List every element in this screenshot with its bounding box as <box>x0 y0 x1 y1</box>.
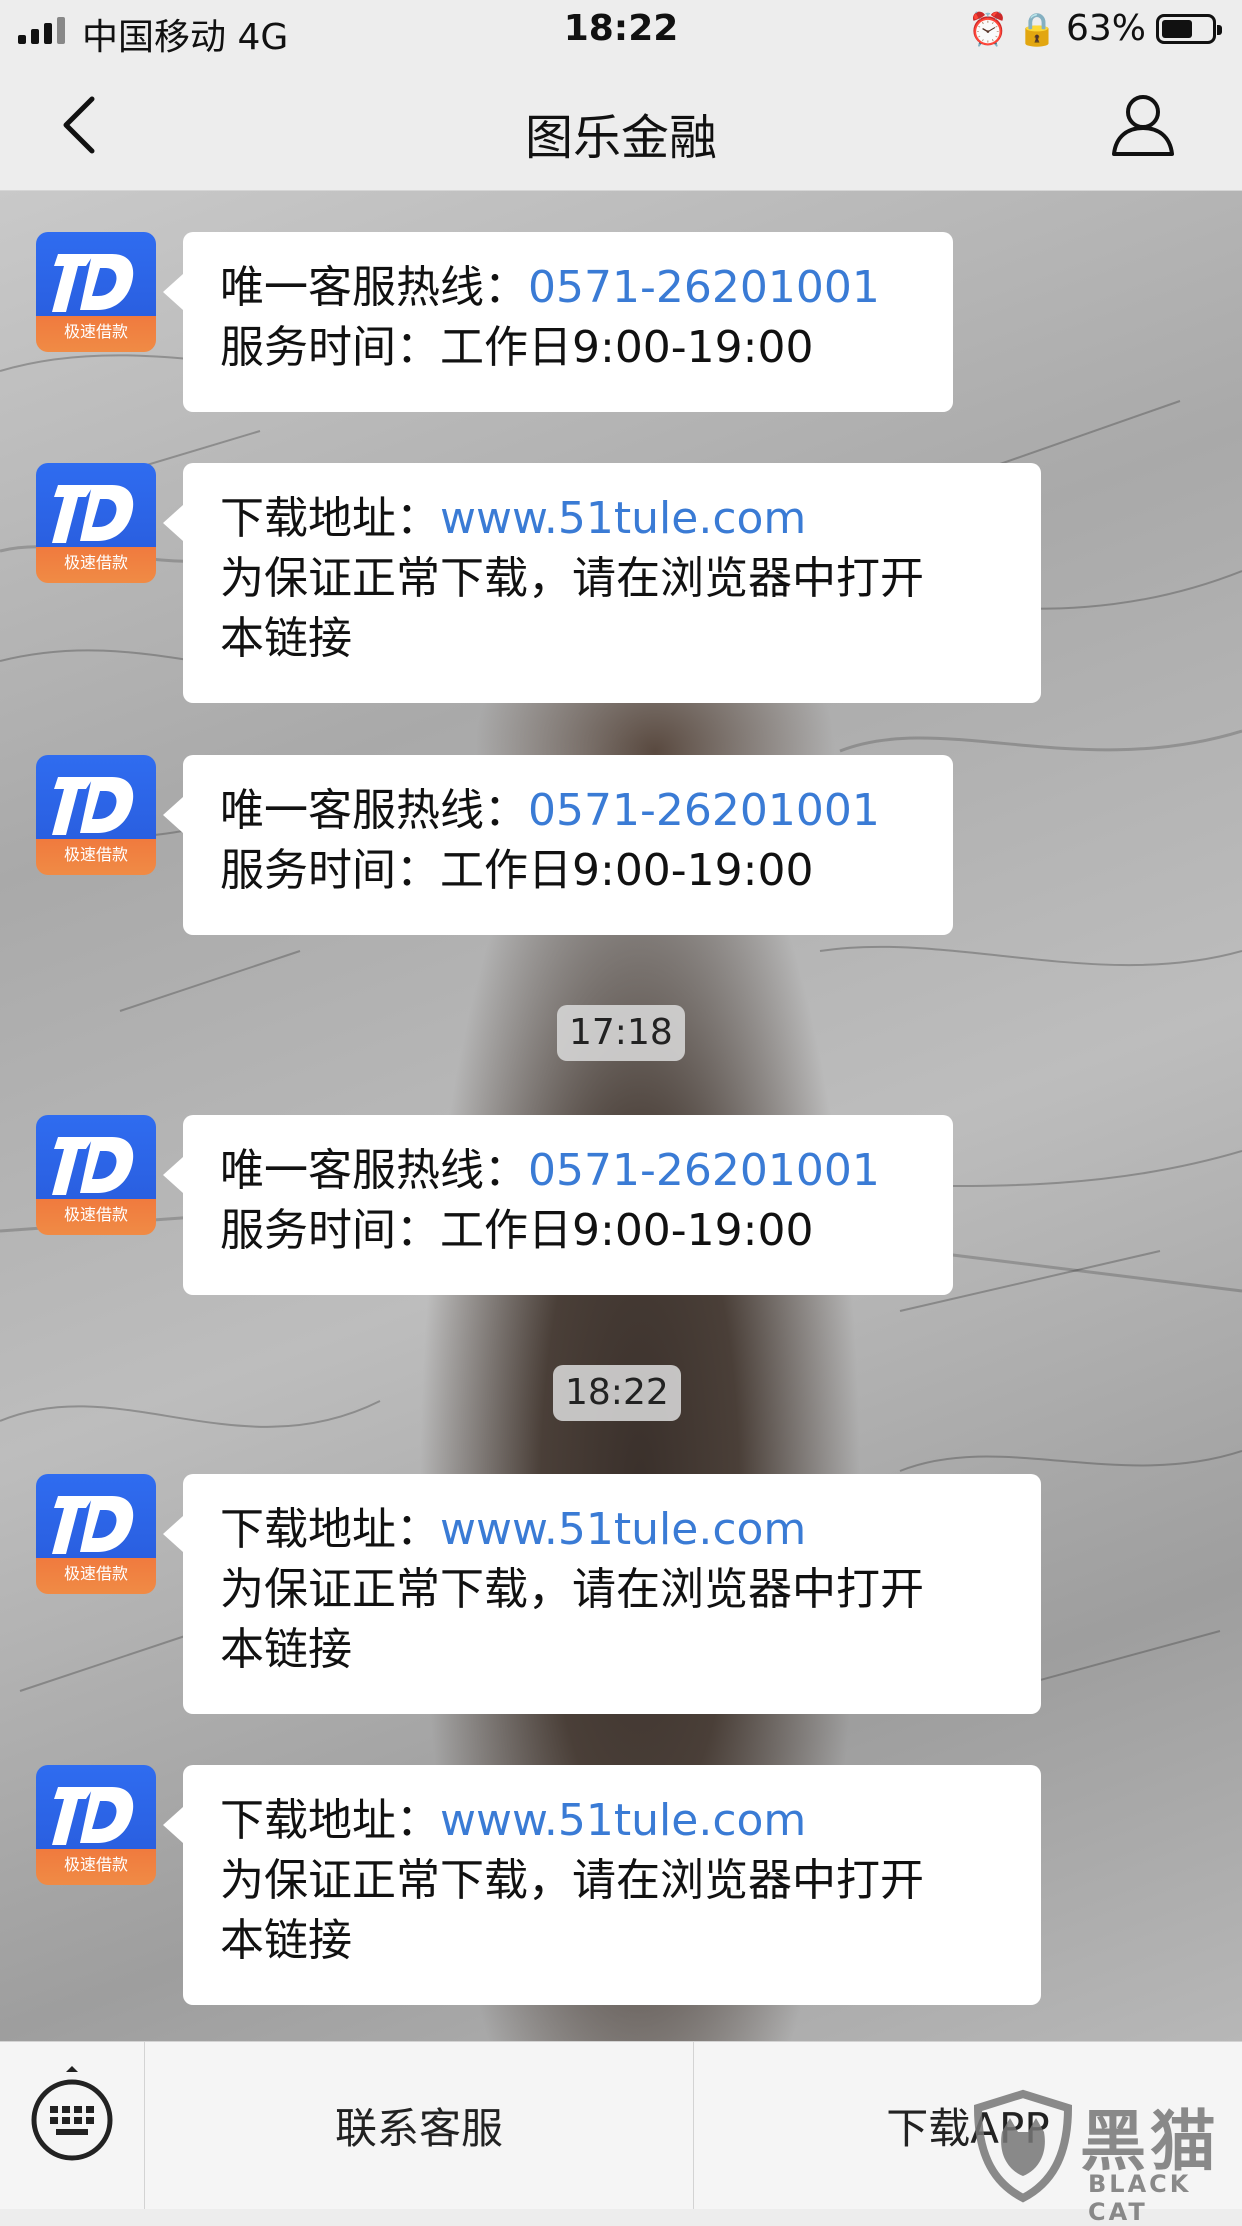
keyboard-toggle-button[interactable] <box>0 2042 145 2209</box>
message-label: 下载地址： <box>220 493 440 544</box>
message-bubble[interactable]: 唯一客服热线：0571-26201001 服务时间：工作日9:00-19:00 <box>163 232 953 412</box>
nav-bar: 图乐金融 <box>0 60 1242 191</box>
message-text: 服务时间：工作日9:00-19:00 <box>220 1205 814 1256</box>
page-title: 图乐金融 <box>524 110 717 166</box>
avatar-caption: 极速借款 <box>63 553 128 572</box>
url-link[interactable]: www.51tule.com <box>440 1504 806 1555</box>
avatar-caption: 极速借款 <box>63 1564 128 1583</box>
message-bubble[interactable]: 下载地址：www.51tule.com 为保证正常下载，请在浏览器中打开 本链接 <box>163 1474 1041 1714</box>
message-text: 为保证正常下载，请在浏览器中打开 <box>220 553 924 604</box>
phone-link[interactable]: 0571-26201001 <box>528 785 880 836</box>
rotation-lock-icon: 🔒 <box>1017 10 1057 48</box>
phone-link[interactable]: 0571-26201001 <box>528 1145 880 1196</box>
timestamp-badge: 18:22 <box>553 1365 681 1421</box>
url-link[interactable]: www.51tule.com <box>440 1795 806 1846</box>
message-bubble[interactable]: 唯一客服热线：0571-26201001 服务时间：工作日9:00-19:00 <box>163 1115 953 1295</box>
message-text: 服务时间：工作日9:00-19:00 <box>220 845 814 896</box>
message-bubble[interactable]: 下载地址：www.51tule.com 为保证正常下载，请在浏览器中打开 本链接 <box>163 463 1041 703</box>
message-bubble[interactable]: 唯一客服热线：0571-26201001 服务时间：工作日9:00-19:00 <box>163 755 953 935</box>
avatar-caption: 极速借款 <box>63 845 128 864</box>
timestamp-badge: 17:18 <box>557 1005 685 1061</box>
message-text: 本链接 <box>220 1915 352 1966</box>
message-label: 下载地址： <box>220 1795 440 1846</box>
message-text: 服务时间：工作日9:00-19:00 <box>220 322 814 373</box>
avatar-caption: 极速借款 <box>63 322 128 341</box>
avatar[interactable]: 极速借款 <box>36 232 156 352</box>
avatar[interactable]: 极速借款 <box>36 1474 156 1594</box>
keyboard-icon <box>31 2066 113 2161</box>
cat-shield-logo-icon <box>973 2089 1073 2203</box>
avatar[interactable]: 极速借款 <box>36 1115 156 1235</box>
chat-area[interactable]: 极速借款 唯一客服热线：0571-26201001 服务时间：工作日9:00-1… <box>0 191 1242 2041</box>
phone-link[interactable]: 0571-26201001 <box>528 262 880 313</box>
message-bubble[interactable]: 下载地址：www.51tule.com 为保证正常下载，请在浏览器中打开 本链接 <box>163 1765 1041 2005</box>
menu-contact-service[interactable]: 联系客服 <box>145 2042 694 2209</box>
avatar-caption: 极速借款 <box>63 1855 128 1874</box>
message-text: 为保证正常下载，请在浏览器中打开 <box>220 1564 924 1615</box>
message-label: 唯一客服热线： <box>220 262 528 313</box>
black-cat-watermark: 黑猫 BLACK CAT <box>968 2088 1238 2226</box>
status-bar: 中国移动 4G 18:22 ⏰ 🔒 63% <box>0 0 1242 60</box>
message-label: 下载地址： <box>220 1504 440 1555</box>
avatar[interactable]: 极速借款 <box>36 463 156 583</box>
avatar[interactable]: 极速借款 <box>36 755 156 875</box>
message-label: 唯一客服热线： <box>220 1145 528 1196</box>
url-link[interactable]: www.51tule.com <box>440 493 806 544</box>
message-text: 本链接 <box>220 613 352 664</box>
battery-icon <box>1156 14 1222 44</box>
profile-button[interactable] <box>1108 88 1178 160</box>
battery-percent: 63% <box>1066 8 1147 49</box>
avatar-caption: 极速借款 <box>63 1205 128 1224</box>
alarm-icon: ⏰ <box>968 10 1008 48</box>
watermark-text-en: BLACK CAT <box>1088 2170 1192 2226</box>
message-text: 为保证正常下载，请在浏览器中打开 <box>220 1855 924 1906</box>
message-text: 本链接 <box>220 1624 352 1675</box>
person-icon <box>1112 95 1174 156</box>
avatar[interactable]: 极速借款 <box>36 1765 156 1885</box>
message-label: 唯一客服热线： <box>220 785 528 836</box>
